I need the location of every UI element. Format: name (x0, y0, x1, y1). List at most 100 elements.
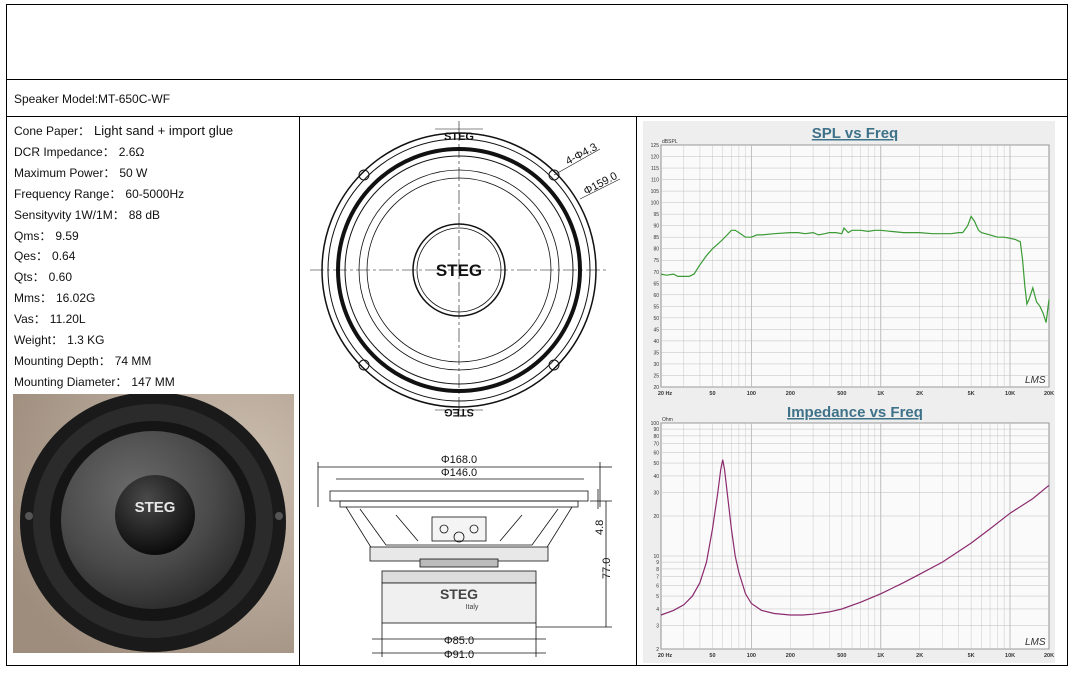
y-tick-label: 7 (656, 575, 659, 581)
depth-dim: 77.0 (601, 558, 613, 579)
flange-thickness-dim: 4.8 (594, 520, 606, 535)
spec-value: 11.20L (49, 312, 86, 327)
lms-watermark: LMS (1025, 375, 1046, 386)
y-tick-label: 8 (656, 567, 659, 573)
spec-value: 9.59 (55, 228, 79, 243)
y-tick-label: 5 (656, 594, 659, 600)
lms-watermark: LMS (1025, 637, 1046, 648)
spec-label: Mounting Depth： (14, 353, 111, 368)
spec-label: Maximum Power： (14, 165, 116, 180)
spec-value: 147 MM (131, 374, 175, 389)
x-tick-label: 500 (837, 391, 846, 397)
x-tick-label: 2K (916, 391, 923, 397)
y-tick-label: 90 (653, 427, 659, 433)
y-tick-label: 25 (653, 373, 659, 379)
x-tick-label: 10K (1005, 391, 1015, 397)
y-tick-label: 10 (653, 554, 659, 560)
y-tick-label: 80 (653, 247, 659, 253)
x-tick-label: 500 (837, 653, 846, 659)
speaker-photo-image: STEG (13, 394, 294, 653)
model-row: Speaker Model:MT-650C-WF (6, 79, 1068, 117)
drawings-panel: STEG STEG STEG 4-Φ4.3 Φ159.0 Φ168.0 Φ146… (299, 116, 637, 666)
spec-row: Weight： 1.3 KG (14, 331, 105, 348)
spec-row: Maximum Power： 50 W (14, 164, 147, 181)
y-tick-label: 45 (653, 327, 659, 333)
spl-chart: 2025303540455055606570758085909510010511… (643, 121, 1055, 401)
x-tick-label: 5K (968, 653, 975, 659)
spec-row: Qts： 0.60 (14, 268, 72, 285)
spec-value: 60-5000Hz (125, 186, 185, 201)
spec-row: Mounting Depth： 74 MM (14, 352, 151, 369)
magnet-inner-dim: Φ85.0 (444, 635, 474, 647)
y-tick-label: 60 (653, 451, 659, 457)
cutout-diameter-dim: Φ146.0 (441, 467, 477, 479)
magnet-brand: STEG (440, 586, 478, 602)
y-tick-label: 125 (651, 143, 660, 149)
y-tick-label: 100 (651, 201, 660, 207)
outer-diameter-dim: Φ168.0 (441, 454, 477, 466)
y-tick-label: 70 (653, 270, 659, 276)
speaker-model: Speaker Model:MT-650C-WF (14, 92, 171, 106)
y-tick-label: 50 (653, 461, 659, 467)
spec-label: Mms： (14, 291, 52, 306)
y-tick-label: 80 (653, 434, 659, 440)
y-tick-label: 105 (651, 189, 660, 195)
y-tick-label: 30 (653, 362, 659, 368)
x-tick-label: 2K (916, 653, 923, 659)
y-tick-label: 3 (656, 624, 659, 630)
y-tick-label: 90 (653, 224, 659, 230)
spec-label: DCR Impedance： (14, 144, 115, 159)
y-tick-label: 40 (653, 474, 659, 480)
y-tick-label: 95 (653, 212, 659, 218)
chart-title: SPL vs Freq (812, 125, 898, 142)
header-blank-row (6, 4, 1068, 80)
spec-row: DCR Impedance： 2.6Ω (14, 143, 144, 160)
spec-value: 16.02G (56, 291, 96, 306)
y-tick-label: 110 (651, 178, 659, 184)
spec-label: Cone Paper： (14, 124, 91, 138)
x-tick-label: 50 (709, 391, 715, 397)
x-tick-label: 20 Hz (658, 653, 673, 659)
speaker-photo: STEG (13, 394, 294, 653)
graphs-panel: 20 25 30 35 40 45 50 55 60 65 70 75 80 85 90 95 100 105 11… (636, 116, 1068, 666)
spec-row: Qes： 0.64 (14, 247, 75, 264)
x-tick-label: 50 (709, 653, 715, 659)
spec-value: 88 dB (128, 207, 161, 222)
spec-row: Mounting Diameter： 147 MM (14, 373, 175, 390)
y-tick-label: 100 (651, 421, 660, 427)
drawing-brand-top: STEG (444, 131, 474, 143)
spec-value: Light sand + import glue (94, 123, 234, 138)
y-tick-label: 60 (653, 293, 659, 299)
y-tick-label: 20 (653, 514, 659, 520)
spec-value: 1.3 KG (67, 333, 105, 347)
y-tick-label: 120 (651, 155, 660, 161)
spec-value: 2.6Ω (118, 144, 145, 159)
spec-label: Weight： (14, 333, 64, 347)
y-tick-label: 55 (653, 304, 659, 310)
spec-row: Qms： 9.59 (14, 227, 79, 244)
plot-area (660, 144, 1050, 388)
spec-row: Mms： 16.02G (14, 289, 95, 306)
y-axis-label: Ohm (662, 417, 673, 423)
x-tick-label: 20 Hz (658, 391, 673, 397)
x-tick-label: 100 (747, 653, 756, 659)
spec-label: Qts： (14, 270, 45, 285)
x-tick-label: 20K (1044, 653, 1054, 659)
magnet-sub: Italy (466, 604, 479, 611)
y-tick-label: 115 (651, 166, 659, 172)
photo-brand-text: STEG (135, 499, 176, 516)
spec-label: Qes： (14, 249, 49, 264)
x-tick-label: 200 (786, 653, 795, 659)
x-tick-label: 200 (786, 391, 795, 397)
chart-title: Impedance vs Freq (787, 404, 923, 421)
spec-label: Qms： (14, 228, 52, 243)
spec-row: Cone Paper： Light sand + import glue (14, 122, 233, 139)
y-tick-label: 75 (653, 258, 659, 264)
y-tick-label: 9 (656, 560, 659, 566)
x-tick-label: 100 (747, 391, 756, 397)
specs-panel: Cone Paper： Light sand + import glue DCR I… (6, 116, 300, 666)
x-tick-label: 20K (1044, 391, 1054, 397)
spec-row: Sensityvity 1W/1M： 88 dB (14, 206, 160, 223)
spec-label: Frequency Range： (14, 186, 122, 201)
diameter-dimension: Φ159.0 (582, 170, 620, 198)
